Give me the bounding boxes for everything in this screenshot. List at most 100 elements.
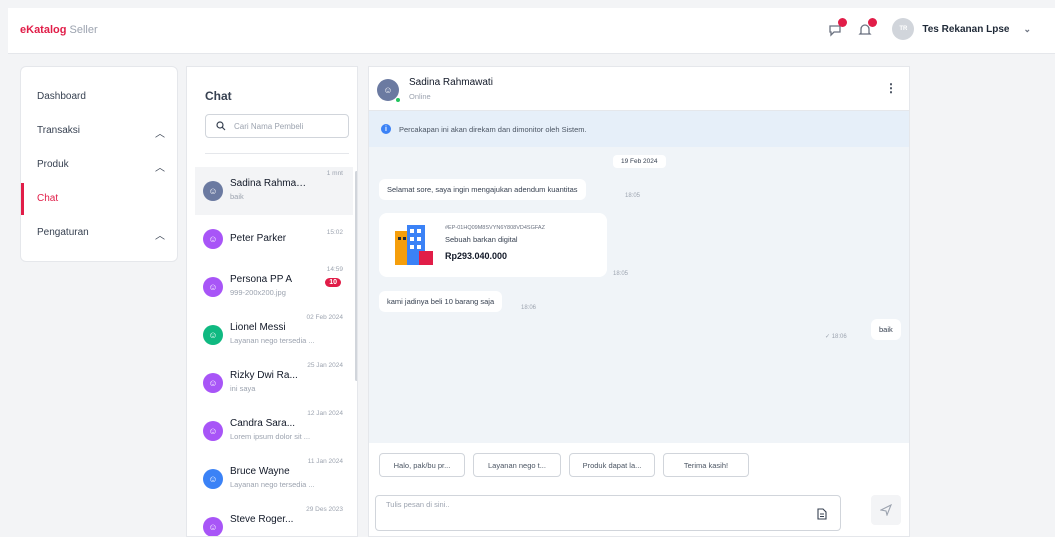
notification-dot [838,18,847,27]
logo-subtitle: Seller [69,24,98,36]
contact-time: 1 mnt [326,170,343,177]
contact-time: 02 Feb 2024 [306,314,343,321]
message-time: 18:05 [625,193,641,199]
contact-item[interactable]: ☺ Rizky Dwi Ra... ini saya 25 Jan 2024 [195,359,353,407]
read-check-icon: ✓ [825,334,831,340]
notification-dot [868,18,877,27]
contact-avatar-icon: ☺ [203,373,223,393]
online-indicator [395,97,401,103]
top-bar: eKatalog Seller TR Tes Rekanan Lpse ⌄ [8,8,1055,54]
scrollbar[interactable] [355,171,357,381]
sidebar-item-chat[interactable]: Chat [37,193,165,204]
contact-time: 29 Des 2023 [306,506,343,513]
chat-contact-status: Online [409,92,431,101]
contact-name: Sadina Rahmawati [230,178,312,189]
search-icon [216,121,226,131]
chat-pane: ☺ Sadina Rahmawati Online ⋮ i Percakapan… [368,66,910,537]
contact-preview: ini saya [230,384,256,393]
sidebar: Dashboard Transaksi ︿ Produk ︿ Chat Peng… [20,66,178,262]
contact-time: 12 Jan 2024 [307,410,343,417]
chat-list-title: Chat [205,89,232,103]
contact-item[interactable]: ☺ Bruce Wayne Layanan nego tersedia ... … [195,455,353,503]
product-sku: #EP-01HQ09M8SVYN6Y808VD4SGFAZ [445,225,545,231]
search-input[interactable]: Cari Nama Pembeli [234,122,303,131]
sidebar-item-transaksi[interactable]: Transaksi ︿ [37,125,165,140]
info-icon: i [381,124,391,134]
sidebar-item-label: Dashboard [37,91,86,102]
contact-item[interactable]: ☺ Steve Roger... 29 Des 2023 [195,503,353,536]
chat-notification-icon[interactable] [825,18,847,40]
contact-item[interactable]: ☺ Lionel Messi Layanan nego tersedia ...… [195,311,353,359]
send-icon [880,504,892,516]
contact-preview: Lorem ipsum dolor sit ... [230,432,311,441]
sidebar-item-produk[interactable]: Produk ︿ [37,159,165,174]
chat-list-panel: Chat Cari Nama Pembeli ☺ Sadina Rahmawat… [186,66,358,537]
product-card[interactable]: #EP-01HQ09M8SVYN6Y808VD4SGFAZ Sebuah bar… [379,213,607,277]
message-input-box[interactable] [375,495,841,531]
app-logo[interactable]: eKatalog Seller [20,24,98,36]
notice-text: Percakapan ini akan direkam dan dimonito… [399,124,587,134]
search-box[interactable]: Cari Nama Pembeli [205,114,349,138]
unread-badge: 10 [325,278,341,287]
send-button[interactable] [871,495,901,525]
contact-name: Persona PP A [230,274,293,285]
contact-avatar-icon: ☺ [203,229,223,249]
contact-avatar-icon: ☺ [203,517,223,536]
quick-reply-button[interactable]: Terima kasih! [663,453,749,477]
active-indicator [21,183,24,215]
contact-avatar-icon: ☺ [203,277,223,297]
contact-time: 14:59 [326,266,343,273]
user-menu[interactable]: TR Tes Rekanan Lpse ⌄ [892,18,1031,40]
message-input[interactable] [386,500,786,509]
attachment-icon[interactable] [814,506,830,522]
incoming-message: kami jadinya beli 10 barang saja [379,291,503,312]
message-text: Selamat sore, saya ingin mengajukan aden… [387,185,578,194]
contact-name: Bruce Wayne [230,466,290,477]
sidebar-item-label: Pengaturan [37,227,89,238]
quick-reply-button[interactable]: Halo, pak/bu pr... [379,453,465,477]
building-icon [395,225,433,265]
contact-time: 15:02 [326,229,343,236]
contact-name: Peter Parker [230,233,287,244]
message-time: 18:06 [831,334,847,340]
message-text: baik [879,325,893,334]
sidebar-item-dashboard[interactable]: Dashboard [37,91,165,102]
message-time: 18:06 [521,305,537,311]
quick-reply-button[interactable]: Layanan nego t... [473,453,561,477]
contact-item[interactable]: ☺ Sadina Rahmawati baik 1 mnt [195,167,353,215]
user-name: Tes Rekanan Lpse [922,23,1010,35]
contact-avatar-icon: ☺ [203,469,223,489]
chat-header: ☺ Sadina Rahmawati Online ⋮ [369,67,909,111]
contact-avatar-icon: ☺ [203,325,223,345]
contact-time: 11 Jan 2024 [307,458,343,465]
product-name: Sebuah barkan digital [445,235,518,244]
contact-item[interactable]: ☺ Peter Parker 15:02 [195,215,353,263]
logo-text: Katalog [26,24,67,36]
message-area[interactable]: i Percakapan ini akan direkam dan dimoni… [369,111,909,443]
contact-preview: 999-200x200.jpg [230,288,286,297]
more-options-icon[interactable]: ⋮ [885,81,897,95]
contact-preview: Layanan nego tersedia ... [230,480,315,489]
divider [205,153,349,154]
contact-time: 25 Jan 2024 [307,362,343,369]
contact-preview: baik [230,192,244,201]
contact-item[interactable]: ☺ Candra Sara... Lorem ipsum dolor sit .… [195,407,353,455]
date-separator: 19 Feb 2024 [613,155,666,168]
chevron-up-icon: ︿ [155,163,165,174]
message-time: 18:05 [613,271,629,277]
sidebar-item-pengaturan[interactable]: Pengaturan ︿ [37,227,165,242]
quick-reply-button[interactable]: Produk dapat la... [569,453,655,477]
sidebar-item-label: Chat [37,193,59,204]
contact-item[interactable]: ☺ Persona PP A 999-200x200.jpg 14:59 10 [195,263,353,311]
contact-name: Candra Sara... [230,418,296,429]
monitoring-notice: i Percakapan ini akan direkam dan dimoni… [369,111,909,147]
message-status: ✓ 18:06 [825,333,847,340]
chevron-down-icon: ⌄ [1023,23,1031,34]
user-avatar: TR [892,18,915,40]
contact-avatar-icon: ☺ [203,181,223,201]
contact-name: Rizky Dwi Ra... [230,370,298,381]
chevron-up-icon: ︿ [155,129,165,140]
incoming-message: Selamat sore, saya ingin mengajukan aden… [379,179,586,200]
bell-notification-icon[interactable] [855,18,877,40]
outgoing-message: baik [871,319,901,340]
